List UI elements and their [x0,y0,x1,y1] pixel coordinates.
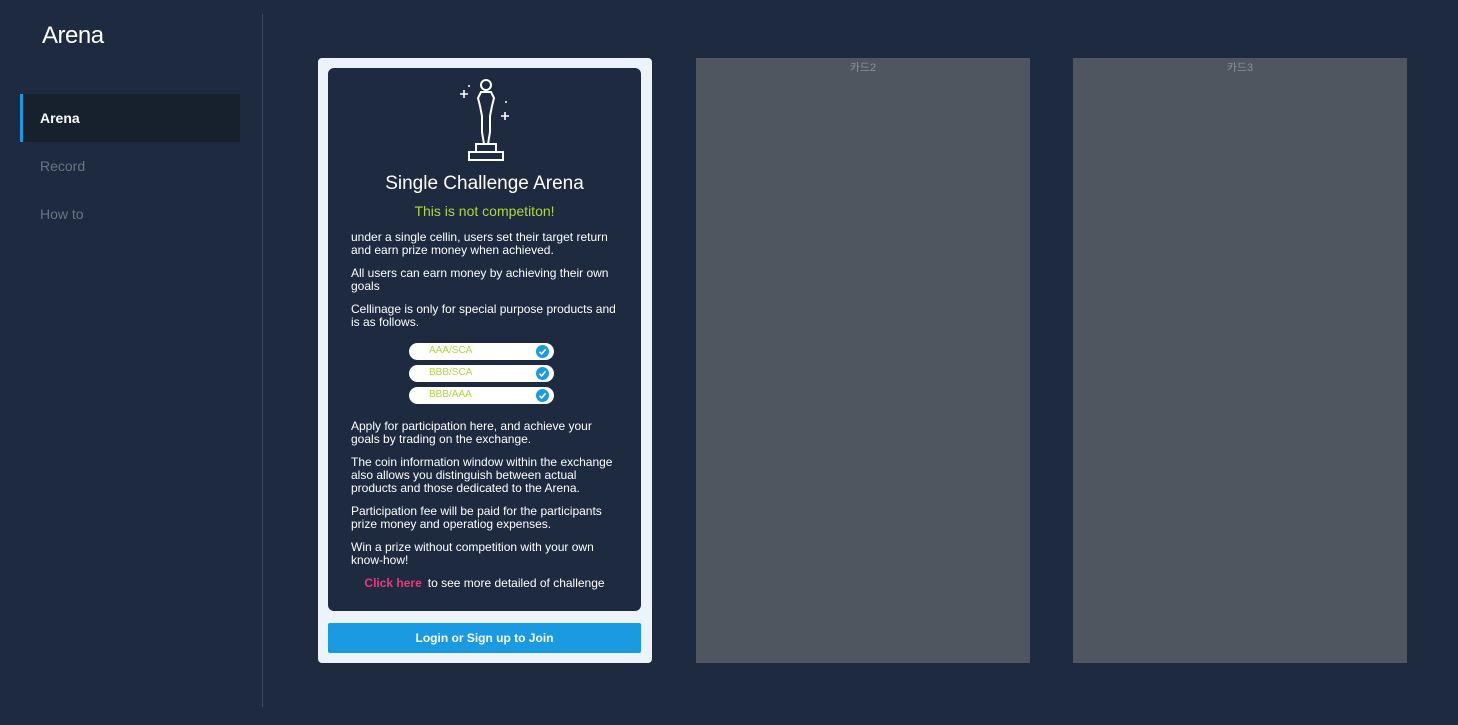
more-details-line: Click here to see more detailed of challe… [328,576,641,590]
description-paragraph: Cellinage is only for special purpose pr… [351,302,616,329]
card-2-label: 카드2 [849,62,877,74]
sidebar: Arena Arena Record How to [0,0,262,725]
product-option-bbb-aaa[interactable]: BBB/AAA [409,387,554,404]
description-paragraph: Apply for participation here, and achiev… [351,419,592,446]
sidebar-item-arena[interactable]: Arena [20,94,240,142]
sidebar-nav: Arena Record How to [20,94,240,238]
product-option-bbb-sca[interactable]: BBB/SCA [409,365,554,382]
app-title: Arena [42,22,104,49]
card-3-label: 카드3 [1226,62,1254,74]
description-paragraph: Participation fee will be paid for the p… [351,504,602,531]
sidebar-divider [262,14,263,707]
product-label: AAA/SCA [429,345,473,356]
product-label: BBB/SCA [429,367,473,378]
description-paragraph: All users can earn money by achieving th… [351,266,609,293]
card-title: Single Challenge Arena [385,173,584,194]
check-icon [536,345,549,358]
description-paragraph: The coin information window within the e… [351,455,613,495]
card-3: 카드3 [1073,58,1407,663]
card-subtitle: This is not competiton! [414,203,555,219]
click-here-link[interactable]: Click here [364,576,421,590]
login-signup-join-button[interactable]: Login or Sign up to Join [328,623,641,653]
description-paragraph: under a single cellin, users set their t… [351,230,608,257]
product-label: BBB/AAA [429,389,472,400]
arena-card-content: Single Challenge Arena This is not compe… [328,68,641,611]
product-option-aaa-sca[interactable]: AAA/SCA [409,343,554,360]
check-icon [536,389,549,402]
more-details-text: to see more detailed of challenge [427,576,605,590]
sidebar-item-record[interactable]: Record [20,142,240,190]
card-2: 카드2 [696,58,1030,663]
sidebar-item-how-to[interactable]: How to [20,190,240,238]
arena-card: Single Challenge Arena This is not compe… [318,58,652,663]
check-icon [536,367,549,380]
description-paragraph: Win a prize without competition with you… [351,540,594,567]
trophy-icon [460,79,509,161]
